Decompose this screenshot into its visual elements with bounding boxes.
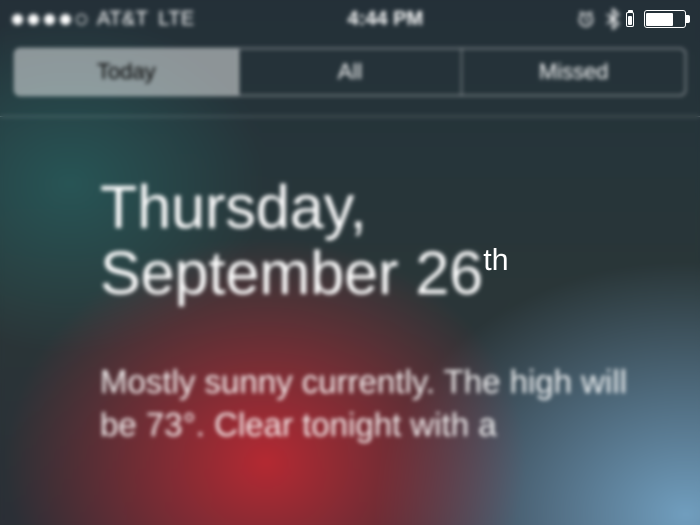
battery-icon <box>644 10 686 28</box>
date-ordinal: th <box>483 243 508 277</box>
bluetooth-battery-icon <box>626 12 634 27</box>
